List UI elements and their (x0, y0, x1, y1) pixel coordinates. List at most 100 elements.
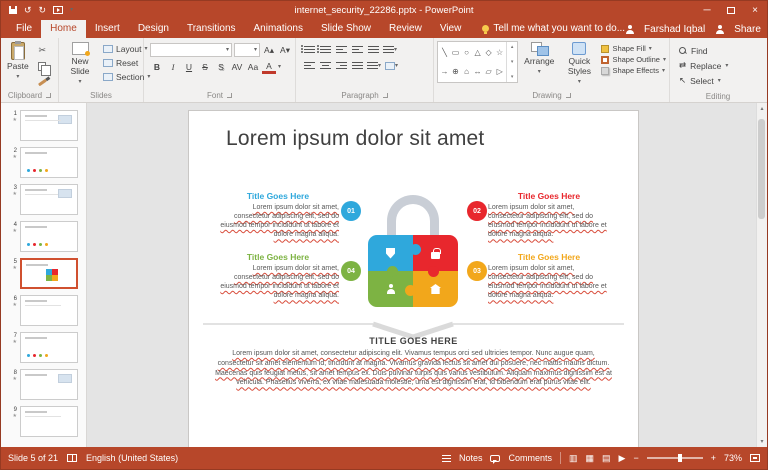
padlock-puzzle-graphic[interactable] (368, 195, 458, 307)
redo-icon[interactable]: ↻ (39, 5, 47, 15)
underline-button[interactable]: U (182, 61, 196, 74)
tab-transitions[interactable]: Transitions (178, 20, 245, 38)
slide-sorter-view-button[interactable]: ▦ (586, 453, 595, 463)
undo-icon[interactable]: ↺ (24, 5, 32, 15)
thumbnail-slide-7[interactable]: 7 ★ (5, 332, 86, 363)
bold-button[interactable]: B (150, 61, 164, 74)
thumbnail-slide-5-selected[interactable]: 5 ★ (5, 258, 86, 289)
grow-font-button[interactable]: A▴ (262, 44, 276, 57)
find-button[interactable]: Find (679, 46, 728, 56)
qat-customize-icon[interactable]: ▾ (70, 7, 73, 13)
font-color-button[interactable]: A (262, 60, 276, 74)
quick-styles-button[interactable]: Quick Styles ▾ (560, 41, 598, 89)
shape-rectangle-icon[interactable]: ▭ (452, 48, 460, 57)
select-button[interactable]: ↖ Select ▾ (679, 75, 728, 86)
shape-double-arrow-icon[interactable]: ↔ (474, 67, 482, 76)
shape-ellipse-icon[interactable]: ○ (464, 48, 469, 57)
text-direction-button[interactable]: ▾ (382, 43, 398, 56)
reading-view-button[interactable]: ▤ (602, 453, 611, 463)
number-badge-03[interactable]: 03 (467, 261, 487, 281)
zoom-slider[interactable] (646, 454, 703, 462)
start-slideshow-icon[interactable] (53, 6, 64, 14)
copy-button[interactable] (35, 59, 52, 76)
columns-button[interactable]: ▾ (366, 59, 382, 72)
change-case-button[interactable]: Aa (246, 61, 260, 74)
bottom-title[interactable]: TITLE GOES HERE (189, 336, 638, 346)
shapes-gallery[interactable]: ╲ ▭ ○ △ ◇ ☆ → ⊕ ⌂ ↔ ▱ ▷ ▴ ▾ ▾ (437, 41, 519, 83)
tab-animations[interactable]: Animations (245, 20, 312, 38)
notes-button[interactable]: Notes (459, 453, 483, 463)
number-badge-01[interactable]: 01 (341, 201, 361, 221)
shape-diamond-icon[interactable]: ◇ (486, 48, 492, 57)
increase-indent-button[interactable] (350, 43, 364, 56)
proofing-icon[interactable] (67, 454, 78, 462)
scrollbar-thumb[interactable] (758, 119, 765, 219)
line-spacing-button[interactable] (366, 43, 380, 56)
zoom-out-button[interactable]: − (633, 453, 638, 463)
replace-button[interactable]: ⇄ Replace ▾ (679, 60, 728, 71)
bullets-button[interactable] (300, 43, 316, 56)
cut-button[interactable]: ✂ (35, 43, 50, 57)
number-badge-02[interactable]: 02 (467, 201, 487, 221)
paste-button[interactable]: Paste ▾ (4, 41, 32, 89)
shape-house-icon[interactable]: ⌂ (464, 67, 469, 76)
shapes-more-icon[interactable]: ▾ (511, 74, 514, 80)
thumbnail-slide-9[interactable]: 9 ★ (5, 406, 86, 437)
shapes-gallery-scrollbar[interactable]: ▴ ▾ ▾ (506, 42, 517, 82)
clipboard-dialog-launcher-icon[interactable] (46, 93, 52, 98)
slide-thumbnail-panel[interactable]: 1 ★ 2 ★ 3 ★ 4 ★ 5 ★ 6 ★ 7 ★ 8 ★ 9 ★ (1, 103, 87, 447)
thumbnail-slide-2[interactable]: 2 ★ (5, 147, 86, 178)
tab-review[interactable]: Review (380, 20, 431, 38)
shape-right-triangle-icon[interactable]: ▷ (497, 67, 503, 76)
align-center-button[interactable] (318, 59, 332, 72)
shape-effects-button[interactable]: Shape Effects ▾ (601, 66, 666, 75)
thumbnail-slide-8[interactable]: 8 ★ (5, 369, 86, 400)
shape-plus-icon[interactable]: ⊕ (452, 67, 459, 76)
close-button[interactable]: × (743, 1, 767, 19)
tab-file[interactable]: File (7, 20, 41, 38)
comments-button[interactable]: Comments (508, 453, 552, 463)
tab-design[interactable]: Design (129, 20, 178, 38)
thumbnail-slide-6[interactable]: 6 ★ (5, 295, 86, 326)
text-block-top-right[interactable]: Title Goes Here Lorem ipsum dolor sit am… (488, 191, 610, 239)
shapes-scroll-up-icon[interactable]: ▴ (511, 44, 514, 50)
shape-arrow-icon[interactable]: → (441, 67, 449, 76)
text-block-bottom-right[interactable]: Title Goes Here Lorem ipsum dolor sit am… (488, 252, 610, 300)
justify-button[interactable] (350, 59, 364, 72)
zoom-slider-thumb[interactable] (677, 454, 682, 462)
maximize-button[interactable] (719, 1, 743, 19)
font-color-caret-icon[interactable]: ▾ (278, 64, 281, 70)
shape-outline-button[interactable]: Shape Outline ▾ (601, 55, 666, 64)
zoom-in-button[interactable]: + (711, 453, 716, 463)
shrink-font-button[interactable]: A▾ (278, 44, 292, 57)
tab-view[interactable]: View (431, 20, 471, 38)
normal-view-button[interactable]: ▥ (569, 453, 578, 463)
arrange-button[interactable]: Arrange ▾ (521, 41, 557, 89)
slide[interactable]: Lorem ipsum dolor sit amet Title Goes He… (189, 111, 638, 448)
format-painter-button[interactable] (35, 75, 50, 89)
character-spacing-button[interactable]: AV (230, 61, 244, 74)
shapes-scroll-down-icon[interactable]: ▾ (511, 59, 514, 65)
fit-to-window-icon[interactable] (750, 454, 760, 462)
shape-parallelogram-icon[interactable]: ▱ (486, 67, 492, 76)
thumbnail-slide-3[interactable]: 3 ★ (5, 184, 86, 215)
new-slide-button[interactable]: New Slide ▾ (62, 41, 98, 89)
drawing-dialog-launcher-icon[interactable] (565, 93, 571, 98)
font-name-combobox[interactable]: ▾ (150, 43, 232, 57)
numbering-button[interactable] (316, 43, 332, 56)
bottom-paragraph[interactable]: Lorem ipsum dolor sit amet, consectetur … (215, 349, 612, 388)
save-icon[interactable] (9, 6, 17, 14)
tab-slide-show[interactable]: Slide Show (312, 20, 380, 38)
language-status[interactable]: English (United States) (86, 453, 178, 463)
align-left-button[interactable] (302, 59, 316, 72)
tab-insert[interactable]: Insert (86, 20, 129, 38)
share-button[interactable]: Share (734, 24, 761, 35)
number-badge-04[interactable]: 04 (341, 261, 361, 281)
scroll-up-icon[interactable]: ▴ (760, 105, 763, 112)
thumbnail-slide-4[interactable]: 4 ★ (5, 221, 86, 252)
slide-title[interactable]: Lorem ipsum dolor sit amet (226, 127, 484, 151)
shape-fill-button[interactable]: Shape Fill ▾ (601, 44, 666, 53)
font-size-combobox[interactable]: ▾ (234, 43, 260, 57)
zoom-percentage[interactable]: 73% (724, 453, 742, 463)
text-block-top-left[interactable]: Title Goes Here Lorem ipsum dolor sit am… (217, 191, 339, 239)
